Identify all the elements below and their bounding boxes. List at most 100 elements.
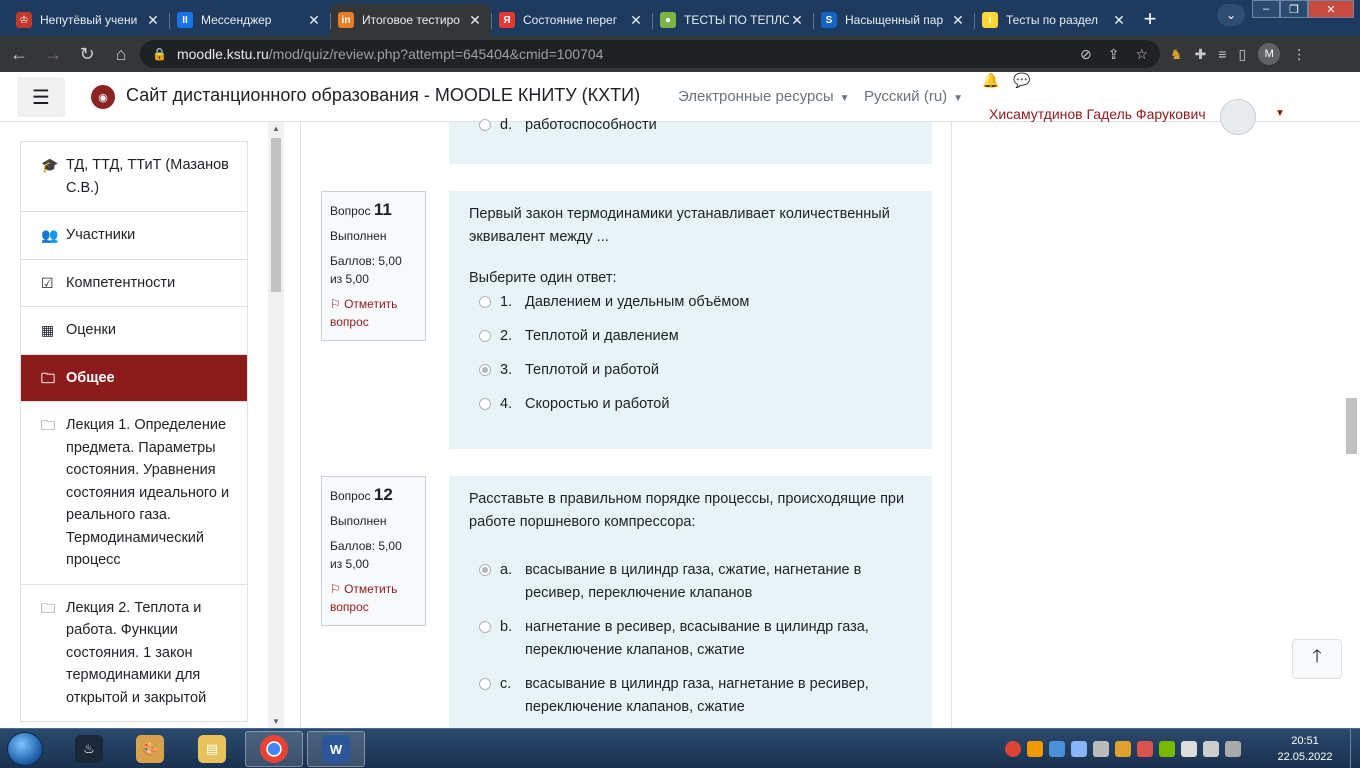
windows-taskbar: ♨ 🎨 ▤ W 20:51 22.05.2022	[0, 728, 1360, 768]
site-logo[interactable]: ◉	[91, 85, 115, 109]
hamburger-menu-button[interactable]: ☰	[17, 77, 65, 117]
page-scrollbar-thumb[interactable]	[1346, 398, 1357, 454]
flag-tray-icon[interactable]	[1203, 741, 1219, 757]
home-button[interactable]: ⌂	[106, 39, 136, 69]
taskbar-word[interactable]: W	[307, 731, 365, 767]
radio-button[interactable]	[479, 398, 491, 410]
close-tab-icon[interactable]: ✕	[950, 12, 966, 29]
answer-option[interactable]: 1. Давлением и удельным объёмом	[469, 291, 912, 314]
tray-tool-icon[interactable]	[1093, 741, 1109, 757]
profile-avatar[interactable]: M	[1258, 43, 1281, 65]
chrome-tray-icon[interactable]	[1005, 741, 1021, 757]
page-scrollbar[interactable]	[1344, 122, 1360, 728]
close-tab-icon[interactable]: ✕	[628, 12, 644, 29]
minimize-button[interactable]: –	[1252, 0, 1280, 18]
address-bar[interactable]: 🔒 moodle.kstu.ru/mod/quiz/review.php?att…	[140, 40, 1160, 68]
user-name[interactable]: Хисамутдинов Гадель Фарукович	[989, 106, 1206, 122]
answer-option[interactable]: 3. Теплотой и работой	[469, 359, 912, 382]
nvidia-icon[interactable]	[1159, 741, 1175, 757]
browser-tab[interactable]: ● ТЕСТЫ ПО ТЕПЛО ✕	[652, 4, 813, 36]
flag-icon: ⚐	[330, 297, 345, 311]
tray-monitor-icon[interactable]	[1071, 741, 1087, 757]
drawer-scrollbar[interactable]: ▲ ▼	[268, 122, 284, 728]
radio-button[interactable]	[479, 330, 491, 342]
browser-tab[interactable]: Я Состояние перег ✕	[491, 4, 652, 36]
maximize-button[interactable]: ❐	[1280, 0, 1308, 18]
share-icon[interactable]: ⇪	[1108, 46, 1120, 63]
forward-button[interactable]: →	[38, 39, 68, 69]
eye-off-icon[interactable]: ⊘	[1080, 46, 1092, 63]
scroll-up-icon[interactable]: ▲	[272, 124, 280, 133]
back-button[interactable]: ←	[4, 39, 34, 69]
radio-button[interactable]	[479, 564, 491, 576]
tray-warning-icon[interactable]	[1115, 741, 1131, 757]
chat-icon[interactable]: 💬	[1013, 72, 1030, 89]
close-tab-icon[interactable]: ✕	[467, 12, 483, 29]
bookmark-star-icon[interactable]: ☆	[1135, 46, 1148, 63]
tray-cloud-icon[interactable]	[1049, 741, 1065, 757]
user-avatar[interactable]	[1220, 99, 1256, 135]
close-tab-icon[interactable]: ✕	[145, 12, 161, 29]
browser-tab[interactable]: II Мессенджер ✕	[169, 4, 330, 36]
puzzle-icon[interactable]: ✚	[1195, 46, 1207, 63]
answer-option[interactable]: a. всасывание в цилиндр газа, сжатие, наг…	[469, 559, 912, 604]
extension-icon[interactable]: ♞	[1170, 46, 1183, 63]
close-tab-icon[interactable]: ✕	[306, 12, 322, 29]
menu-language[interactable]: Русский ‎(ru)‎ ▼	[864, 88, 963, 105]
taskbar-explorer[interactable]: ▤	[183, 731, 241, 767]
sidepanel-icon[interactable]: ▯	[1238, 46, 1246, 63]
volume-icon[interactable]	[1181, 741, 1197, 757]
sidebar-item[interactable]: 🗀 Лекция 1. Определение предмета. Парамет…	[20, 402, 248, 585]
site-name[interactable]: Сайт дистанционного образования - MOODLE…	[126, 85, 640, 106]
show-desktop-button[interactable]	[1350, 729, 1360, 768]
question-state: Выполнен	[330, 229, 387, 243]
close-tab-icon[interactable]: ✕	[789, 12, 805, 29]
browser-tab[interactable]: i Тесты по раздел ✕	[974, 4, 1135, 36]
menu-resources[interactable]: Электронные ресурсы ▼	[678, 88, 850, 105]
radio-button[interactable]	[479, 296, 491, 308]
answer-number: c.	[500, 676, 512, 692]
bell-icon[interactable]: 🔔	[982, 72, 999, 89]
radio-button[interactable]	[479, 678, 491, 690]
answer-option[interactable]: d. работоспособности	[469, 114, 912, 137]
sidebar-item[interactable]: 🎓 ТД, ТТД, ТТиТ (Мазанов С.В.)	[20, 141, 248, 212]
back-to-top-button[interactable]: 🡑	[1292, 639, 1342, 679]
tray-shield-icon[interactable]	[1137, 741, 1153, 757]
new-tab-button[interactable]: +	[1135, 4, 1165, 34]
answer-option[interactable]: 4. Скоростью и работой	[469, 393, 912, 416]
radio-button[interactable]	[479, 364, 491, 376]
flag-question-link[interactable]: ⚐ Отметить вопрос	[330, 580, 417, 616]
answer-option[interactable]: 2. Теплотой и давлением	[469, 325, 912, 348]
flag-question-link[interactable]: ⚐ Отметить вопрос	[330, 295, 417, 331]
sidebar-item[interactable]: 👥 Участники	[20, 212, 248, 260]
tab-search-button[interactable]: ⌄	[1217, 4, 1245, 26]
sidebar-item[interactable]: ☑ Компетентности	[20, 259, 248, 307]
start-button[interactable]	[7, 732, 43, 766]
close-tab-icon[interactable]: ✕	[1111, 12, 1127, 29]
user-menu-caret-icon[interactable]: ▼	[1275, 108, 1285, 119]
users-icon: 👥	[41, 227, 59, 243]
drawer-scrollbar-thumb[interactable]	[271, 138, 281, 292]
close-window-button[interactable]: ✕	[1308, 0, 1354, 18]
taskbar-paint[interactable]: 🎨	[121, 731, 179, 767]
sidebar-item[interactable]: ▦ Оценки	[20, 307, 248, 355]
browser-tab[interactable]: ♔ Непутёвый учени ✕	[8, 4, 169, 36]
media-icon[interactable]: ≡	[1218, 46, 1226, 62]
answer-text: всасывание в цилиндр газа, сжатие, нагне…	[525, 562, 862, 601]
browser-tab[interactable]: S Насыщенный пар ✕	[813, 4, 974, 36]
clock[interactable]: 20:51 22.05.2022	[1268, 733, 1342, 765]
radio-button[interactable]	[479, 621, 491, 633]
scroll-down-icon[interactable]: ▼	[272, 717, 280, 726]
answer-option[interactable]: b. нагнетание в ресивер, всасывание в цил…	[469, 616, 912, 661]
reload-button[interactable]: ↻	[72, 39, 102, 69]
taskbar-chrome[interactable]	[245, 731, 303, 767]
browser-tab[interactable]: in Итоговое тестиро ✕	[330, 4, 491, 36]
taskbar-steam[interactable]: ♨	[60, 731, 118, 767]
radio-button[interactable]	[479, 119, 491, 131]
sidebar-item[interactable]: 🗀 Общее	[20, 354, 248, 402]
tray-app-icon[interactable]	[1027, 741, 1043, 757]
menu-dots-icon[interactable]: ⋮	[1292, 46, 1306, 63]
answer-option[interactable]: c. всасывание в цилиндр газа, нагнетание …	[469, 673, 912, 718]
sidebar-item[interactable]: 🗀 Лекция 2. Теплота и работа. Функции сос…	[20, 584, 248, 722]
network-icon[interactable]	[1225, 741, 1241, 757]
